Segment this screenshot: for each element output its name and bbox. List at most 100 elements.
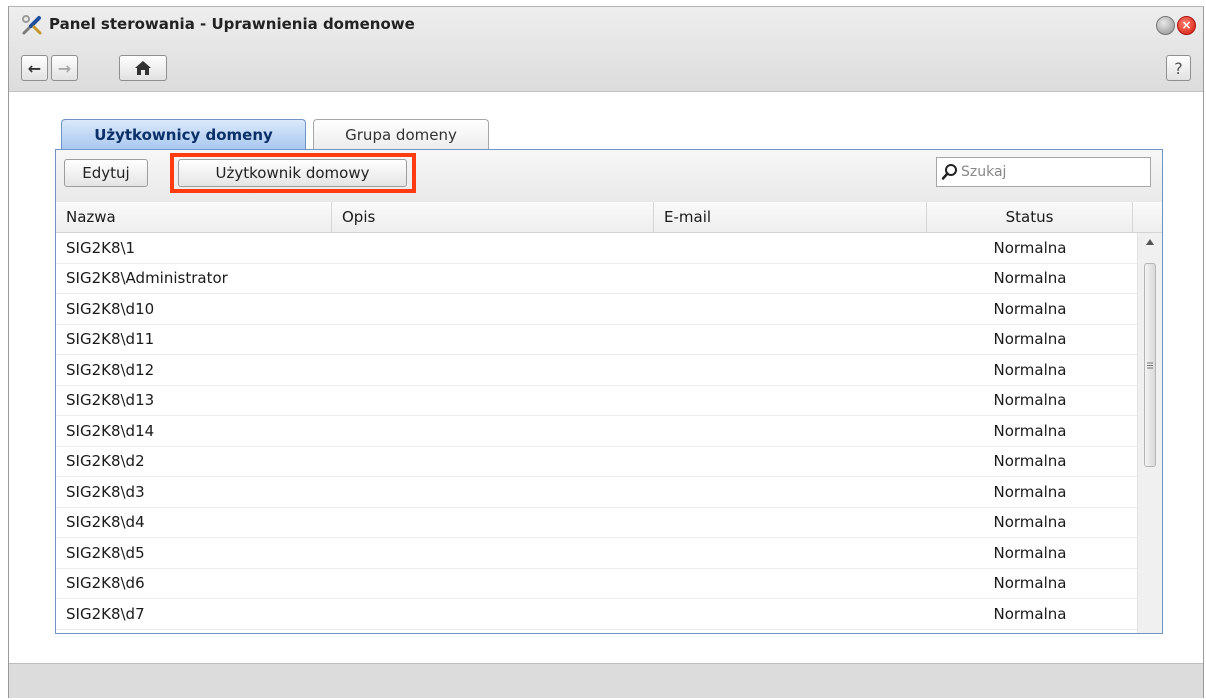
cell-name: SIG2K8\d5 [66, 543, 145, 562]
cell-name: SIG2K8\d11 [66, 330, 155, 349]
cell-email [654, 569, 927, 599]
cell-status: Normalna [993, 452, 1067, 471]
table-row[interactable]: SIG2K8\d12 Normalna [56, 355, 1137, 386]
users-panel: Edytuj Użytkownik domowy Nazwa Opis E-ma… [55, 149, 1163, 634]
table-row[interactable]: SIG2K8\d7 Normalna [56, 599, 1137, 630]
cell-description [332, 264, 654, 294]
cell-name: SIG2K8\d2 [66, 452, 145, 471]
cell-email [654, 386, 927, 416]
arrow-left-icon: ← [27, 58, 42, 78]
cell-email [654, 416, 927, 446]
home-user-button[interactable]: Użytkownik domowy [178, 159, 407, 187]
help-icon: ? [1174, 58, 1183, 78]
table-row[interactable]: SIG2K8\d13 Normalna [56, 386, 1137, 416]
cell-status: Normalna [993, 513, 1067, 532]
vertical-scrollbar[interactable] [1137, 233, 1162, 633]
window-title: Panel sterowania - Uprawnienia domenowe [49, 15, 415, 33]
cell-email [654, 325, 927, 355]
table-row[interactable]: SIG2K8\d3 Normalna [56, 477, 1137, 508]
toolbar: Edytuj Użytkownik domowy [56, 150, 1162, 203]
table-row[interactable]: SIG2K8\Administrator Normalna [56, 264, 1137, 294]
table-row[interactable]: SIG2K8\d11 Normalna [56, 325, 1137, 355]
cell-email [654, 599, 927, 629]
cell-status: Normalna [993, 238, 1067, 257]
cell-status: Normalna [993, 421, 1067, 440]
cell-status: Normalna [993, 360, 1067, 379]
scrollbar-thumb[interactable] [1144, 263, 1156, 467]
cell-name: SIG2K8\d10 [66, 299, 155, 318]
column-header-spacer [1133, 202, 1162, 232]
cell-status: Normalna [993, 574, 1067, 593]
cell-email [654, 477, 927, 507]
search-box[interactable] [936, 157, 1151, 187]
cell-description [332, 538, 654, 568]
column-header-email[interactable]: E-mail [654, 202, 927, 232]
control-panel-window: Panel sterowania - Uprawnienia domenowe … [8, 6, 1204, 698]
table-row[interactable]: SIG2K8\d14 Normalna [56, 416, 1137, 447]
cell-name: SIG2K8\d6 [66, 574, 145, 593]
cell-email [654, 508, 927, 538]
scroll-up-arrow-icon[interactable] [1138, 233, 1162, 251]
arrow-right-icon: → [57, 58, 72, 78]
cell-status: Normalna [993, 269, 1067, 288]
cell-description [332, 447, 654, 477]
cell-name: SIG2K8\d3 [66, 482, 145, 501]
cell-status: Normalna [993, 330, 1067, 349]
cell-name: SIG2K8\d4 [66, 513, 145, 532]
tab-domain-users[interactable]: Użytkownicy domeny [61, 119, 306, 149]
search-icon [941, 164, 957, 180]
column-header-status[interactable]: Status [927, 202, 1133, 232]
cell-name: SIG2K8\1 [66, 238, 136, 257]
edit-button[interactable]: Edytuj [64, 159, 148, 187]
cell-email [654, 355, 927, 385]
cell-name: SIG2K8\d13 [66, 391, 155, 410]
table-row[interactable]: SIG2K8\d10 Normalna [56, 294, 1137, 325]
cell-description [332, 325, 654, 355]
table-row[interactable]: SIG2K8\1 Normalna [56, 233, 1137, 264]
back-button[interactable]: ← [21, 55, 48, 81]
home-icon [135, 61, 151, 75]
forward-button[interactable]: → [51, 55, 78, 81]
cell-name: SIG2K8\Administrator [66, 269, 228, 288]
cell-description [332, 416, 654, 446]
cell-name: SIG2K8\d14 [66, 421, 155, 440]
tools-icon [22, 15, 42, 35]
home-button[interactable] [119, 55, 167, 81]
cell-name: SIG2K8\d7 [66, 604, 145, 623]
cell-description [332, 599, 654, 629]
cell-email [654, 538, 927, 568]
search-input[interactable] [959, 164, 1141, 180]
status-bar [9, 663, 1203, 698]
cell-email [654, 264, 927, 294]
cell-description [332, 294, 654, 324]
minimize-icon[interactable] [1156, 16, 1175, 35]
cell-description [332, 508, 654, 538]
main-content: Użytkownicy domeny Grupa domeny Edytuj U… [9, 92, 1203, 664]
cell-description [332, 386, 654, 416]
table-row[interactable]: SIG2K8\d5 Normalna [56, 538, 1137, 569]
column-header-description[interactable]: Opis [332, 202, 654, 232]
cell-description [332, 569, 654, 599]
cell-description [332, 355, 654, 385]
column-header-name[interactable]: Nazwa [56, 202, 332, 232]
table-body: SIG2K8\1 Normalna SIG2K8\Administrator N… [56, 233, 1137, 633]
table-row[interactable]: SIG2K8\d4 Normalna [56, 508, 1137, 538]
cell-email [654, 447, 927, 477]
title-bar: Panel sterowania - Uprawnienia domenowe … [9, 7, 1203, 92]
tab-domain-group[interactable]: Grupa domeny [313, 119, 489, 149]
cell-status: Normalna [993, 604, 1067, 623]
table-row[interactable]: SIG2K8\d2 Normalna [56, 447, 1137, 477]
table-header: Nazwa Opis E-mail Status [56, 202, 1162, 233]
cell-status: Normalna [993, 482, 1067, 501]
cell-description [332, 233, 654, 263]
cell-description [332, 477, 654, 507]
cell-status: Normalna [993, 391, 1067, 410]
cell-status: Normalna [993, 299, 1067, 318]
grip-icon [1147, 362, 1153, 368]
cell-name: SIG2K8\d12 [66, 360, 155, 379]
help-button[interactable]: ? [1166, 55, 1191, 81]
table-row[interactable]: SIG2K8\d6 Normalna [56, 569, 1137, 599]
cell-status: Normalna [993, 543, 1067, 562]
close-icon[interactable]: × [1177, 16, 1196, 35]
cell-email [654, 294, 927, 324]
